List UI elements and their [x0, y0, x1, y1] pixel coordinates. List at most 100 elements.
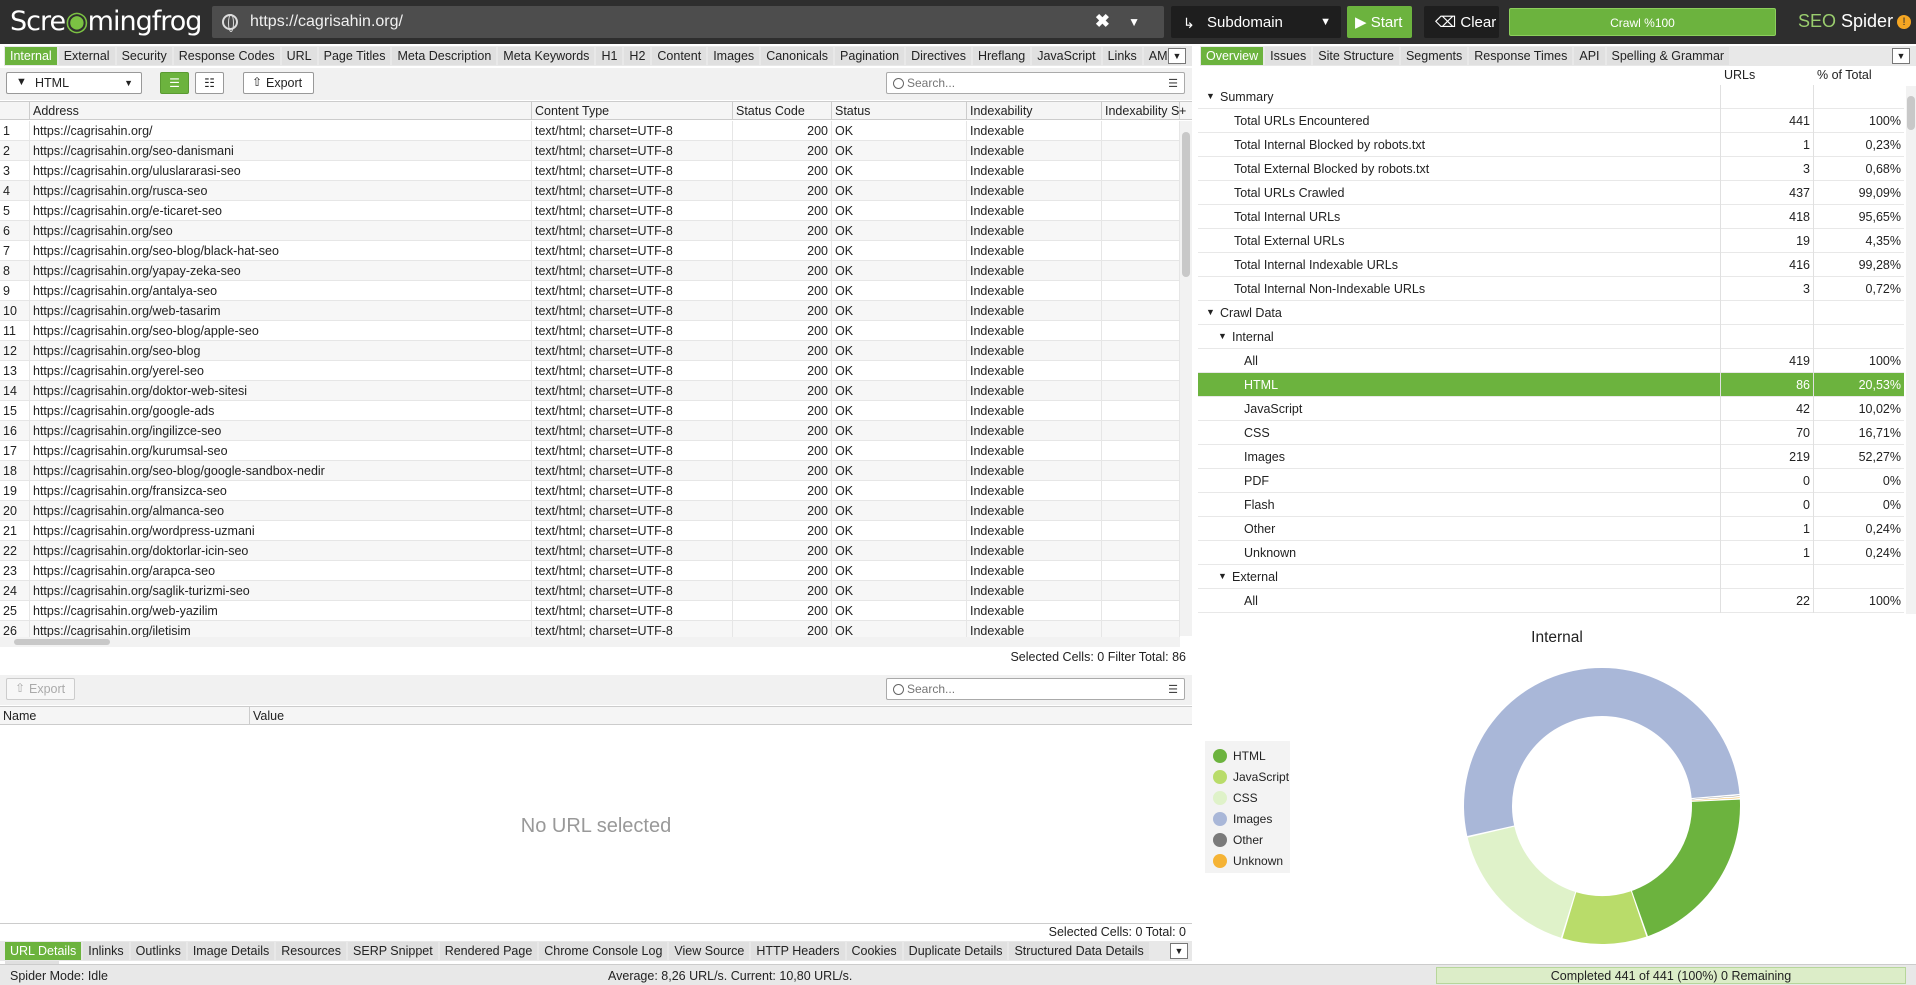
scroll-thumb[interactable]	[1907, 96, 1915, 130]
tab-image-details[interactable]: Image Details	[187, 942, 275, 960]
table-cell[interactable]: Indexable	[967, 561, 1102, 581]
table-cell[interactable]: https://cagrisahin.org/wordpress-uzmani	[30, 521, 532, 541]
overview-row[interactable]: ▼ Crawl Data	[1198, 301, 1904, 325]
overview-row[interactable]: PDF 0 0%	[1198, 469, 1904, 493]
table-row[interactable]: 10 https://cagrisahin.org/web-tasarim text…	[0, 301, 1180, 321]
tab-chrome-console-log[interactable]: Chrome Console Log	[539, 942, 668, 960]
table-row[interactable]: 16 https://cagrisahin.org/ingilizce-seo te…	[0, 421, 1180, 441]
table-cell[interactable]: https://cagrisahin.org/seo-blog/black-ha…	[30, 241, 532, 261]
table-cell[interactable]: OK	[832, 221, 967, 241]
table-cell[interactable]: text/html; charset=UTF-8	[532, 401, 733, 421]
table-cell[interactable]: OK	[832, 161, 967, 181]
table-cell[interactable]: https://cagrisahin.org/almanca-seo	[30, 501, 532, 521]
tab-links[interactable]: Links	[1102, 47, 1142, 65]
tab-view-source[interactable]: View Source	[669, 942, 750, 960]
table-cell[interactable]: text/html; charset=UTF-8	[532, 241, 733, 261]
table-cell[interactable]: 200	[733, 261, 832, 281]
table-cell[interactable]: 200	[733, 181, 832, 201]
table-row[interactable]: 21 https://cagrisahin.org/wordpress-uzman…	[0, 521, 1180, 541]
table-cell[interactable]: https://cagrisahin.org/ingilizce-seo	[30, 421, 532, 441]
search-box[interactable]: ☰	[886, 72, 1185, 94]
table-cell[interactable]: OK	[832, 461, 967, 481]
crawl-mode-dropdown[interactable]: ↳ Subdomain ▼	[1171, 6, 1341, 38]
table-cell[interactable]: Indexable	[967, 421, 1102, 441]
tab-directives[interactable]: Directives	[906, 47, 971, 65]
table-cell[interactable]: OK	[832, 541, 967, 561]
tab-api[interactable]: API	[1574, 47, 1605, 65]
column-header[interactable]: Indexability	[967, 102, 1102, 120]
table-row[interactable]: 15 https://cagrisahin.org/google-ads text/…	[0, 401, 1180, 421]
table-cell[interactable]: text/html; charset=UTF-8	[532, 541, 733, 561]
column-header[interactable]: Value	[250, 707, 1192, 725]
table-cell[interactable]: Indexable	[967, 581, 1102, 601]
table-cell[interactable]: https://cagrisahin.org/google-ads	[30, 401, 532, 421]
table-cell[interactable]: https://cagrisahin.org/seo-blog/apple-se…	[30, 321, 532, 341]
table-cell[interactable]	[1102, 141, 1180, 161]
table-cell[interactable]: Indexable	[967, 541, 1102, 561]
tab-serp-snippet[interactable]: SERP Snippet	[348, 942, 438, 960]
table-cell[interactable]	[1102, 421, 1180, 441]
clear-button[interactable]: ⌫ Clear	[1424, 6, 1499, 38]
table-cell[interactable]: 200	[733, 481, 832, 501]
overview-row[interactable]: Total External URLs 19 4,35%	[1198, 229, 1904, 253]
table-cell[interactable]: 200	[733, 281, 832, 301]
table-cell[interactable]: OK	[832, 281, 967, 301]
table-cell[interactable]: Indexable	[967, 461, 1102, 481]
start-button[interactable]: ▶ Start	[1347, 6, 1412, 38]
table-cell[interactable]: https://cagrisahin.org/kurumsal-seo	[30, 441, 532, 461]
table-cell[interactable]: https://cagrisahin.org/yapay-zeka-seo	[30, 261, 532, 281]
table-cell[interactable]: https://cagrisahin.org/saglik-turizmi-se…	[30, 581, 532, 601]
donut-slice-css[interactable]	[1467, 826, 1576, 938]
tab-structured-data-details[interactable]: Structured Data Details	[1009, 942, 1149, 960]
table-cell[interactable]	[1102, 121, 1180, 141]
tab-rendered-page[interactable]: Rendered Page	[439, 942, 538, 960]
table-cell[interactable]: https://cagrisahin.org/antalya-seo	[30, 281, 532, 301]
table-cell[interactable]: Indexable	[967, 321, 1102, 341]
overview-row[interactable]: Total Internal Indexable URLs 416 99,28%	[1198, 253, 1904, 277]
table-cell[interactable]: OK	[832, 441, 967, 461]
table-cell[interactable]: 200	[733, 461, 832, 481]
table-cell[interactable]: Indexable	[967, 201, 1102, 221]
table-cell[interactable]	[1102, 461, 1180, 481]
tab-response-times[interactable]: Response Times	[1469, 47, 1573, 65]
tab-url-details[interactable]: URL Details	[5, 942, 82, 960]
table-cell[interactable]	[1102, 381, 1180, 401]
table-cell[interactable]	[1102, 261, 1180, 281]
column-header[interactable]: Indexability St	[1102, 102, 1180, 120]
table-cell[interactable]: https://cagrisahin.org/seo-blog	[30, 341, 532, 361]
table-row[interactable]: 8 https://cagrisahin.org/yapay-zeka-seo te…	[0, 261, 1180, 281]
overview-row[interactable]: ▼ External	[1198, 565, 1904, 589]
table-cell[interactable]: Indexable	[967, 281, 1102, 301]
table-row[interactable]: 17 https://cagrisahin.org/kurumsal-seo tex…	[0, 441, 1180, 461]
table-cell[interactable]: 200	[733, 441, 832, 461]
table-cell[interactable]	[1102, 581, 1180, 601]
table-row[interactable]: 7 https://cagrisahin.org/seo-blog/black-h…	[0, 241, 1180, 261]
overview-row[interactable]: ▼ Internal	[1198, 325, 1904, 349]
table-row[interactable]: 13 https://cagrisahin.org/yerel-seo text/h…	[0, 361, 1180, 381]
table-row[interactable]: 11 https://cagrisahin.org/seo-blog/apple-…	[0, 321, 1180, 341]
table-cell[interactable]: 200	[733, 561, 832, 581]
table-cell[interactable]: OK	[832, 381, 967, 401]
expand-triangle-icon[interactable]: ▼	[1206, 91, 1215, 101]
tab-pagination[interactable]: Pagination	[835, 47, 905, 65]
chevron-down-icon[interactable]: ▼	[1128, 15, 1140, 29]
table-cell[interactable]	[1102, 161, 1180, 181]
scroll-thumb[interactable]	[14, 639, 110, 645]
tab-hreflang[interactable]: Hreflang	[972, 47, 1031, 65]
donut-slice-javascript[interactable]	[1562, 891, 1647, 944]
table-cell[interactable]	[1102, 181, 1180, 201]
table-cell[interactable]: https://cagrisahin.org/seo-danismani	[30, 141, 532, 161]
table-cell[interactable]	[1102, 561, 1180, 581]
tab-canonicals[interactable]: Canonicals	[761, 47, 834, 65]
table-cell[interactable]: Indexable	[967, 601, 1102, 621]
table-cell[interactable]: Indexable	[967, 161, 1102, 181]
overview-row[interactable]: Total Internal Blocked by robots.txt 1 0,2…	[1198, 133, 1904, 157]
table-cell[interactable]: text/html; charset=UTF-8	[532, 201, 733, 221]
more-tabs-dropdown[interactable]: ▼	[1168, 48, 1186, 64]
overview-row[interactable]: Total Internal URLs 418 95,65%	[1198, 205, 1904, 229]
table-cell[interactable]: text/html; charset=UTF-8	[532, 601, 733, 621]
overview-row[interactable]: JavaScript 42 10,02%	[1198, 397, 1904, 421]
tab-javascript[interactable]: JavaScript	[1032, 47, 1101, 65]
overview-row[interactable]: ▼ Summary	[1198, 85, 1904, 109]
table-row[interactable]: 24 https://cagrisahin.org/saglik-turizmi-…	[0, 581, 1180, 601]
